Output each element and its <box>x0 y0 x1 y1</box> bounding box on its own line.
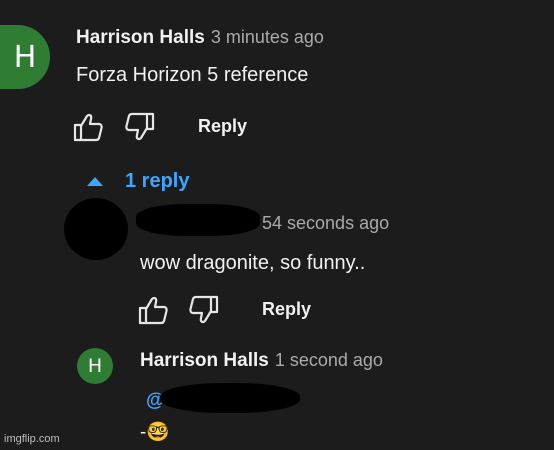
comment-header: Harrison Halls 3 minutes ago <box>76 27 324 49</box>
thumbs-down-icon <box>125 112 155 141</box>
avatar-letter: H <box>13 39 37 75</box>
thumbs-down-icon <box>189 295 219 324</box>
reply-button[interactable]: Reply <box>198 116 247 137</box>
reply-header: Harrison Halls 1 second ago <box>140 350 383 372</box>
avatar[interactable]: H <box>0 25 50 89</box>
avatar-letter: H <box>87 355 103 377</box>
reply-button[interactable]: Reply <box>262 299 311 320</box>
avatar[interactable] <box>64 198 128 260</box>
comment-author[interactable]: Harrison Halls <box>76 27 205 49</box>
avatar[interactable]: H <box>77 348 113 384</box>
reply-timestamp[interactable]: 54 seconds ago <box>262 213 389 234</box>
like-button[interactable] <box>72 112 104 142</box>
reply-timestamp[interactable]: 1 second ago <box>275 350 383 371</box>
dislike-button[interactable] <box>124 112 156 142</box>
caret-up-icon <box>87 177 103 186</box>
comment-text: Forza Horizon 5 reference <box>76 64 309 86</box>
replies-count-label: 1 reply <box>125 170 190 192</box>
reply-text: wow dragonite, so funny.. <box>140 252 366 274</box>
redacted-author <box>136 204 260 236</box>
reply-text: -🤓 <box>140 422 170 443</box>
reply-header: 54 seconds ago <box>256 213 389 234</box>
thumbs-up-icon <box>138 296 168 325</box>
watermark: imgflip.com <box>4 433 60 445</box>
like-button[interactable] <box>137 295 169 325</box>
thumbs-up-icon <box>73 113 103 142</box>
replies-toggle[interactable]: 1 reply <box>87 170 189 193</box>
comment-timestamp[interactable]: 3 minutes ago <box>211 27 324 48</box>
reply-author[interactable]: Harrison Halls <box>140 350 269 372</box>
dislike-button[interactable] <box>188 295 220 325</box>
redacted-mention <box>160 383 300 413</box>
